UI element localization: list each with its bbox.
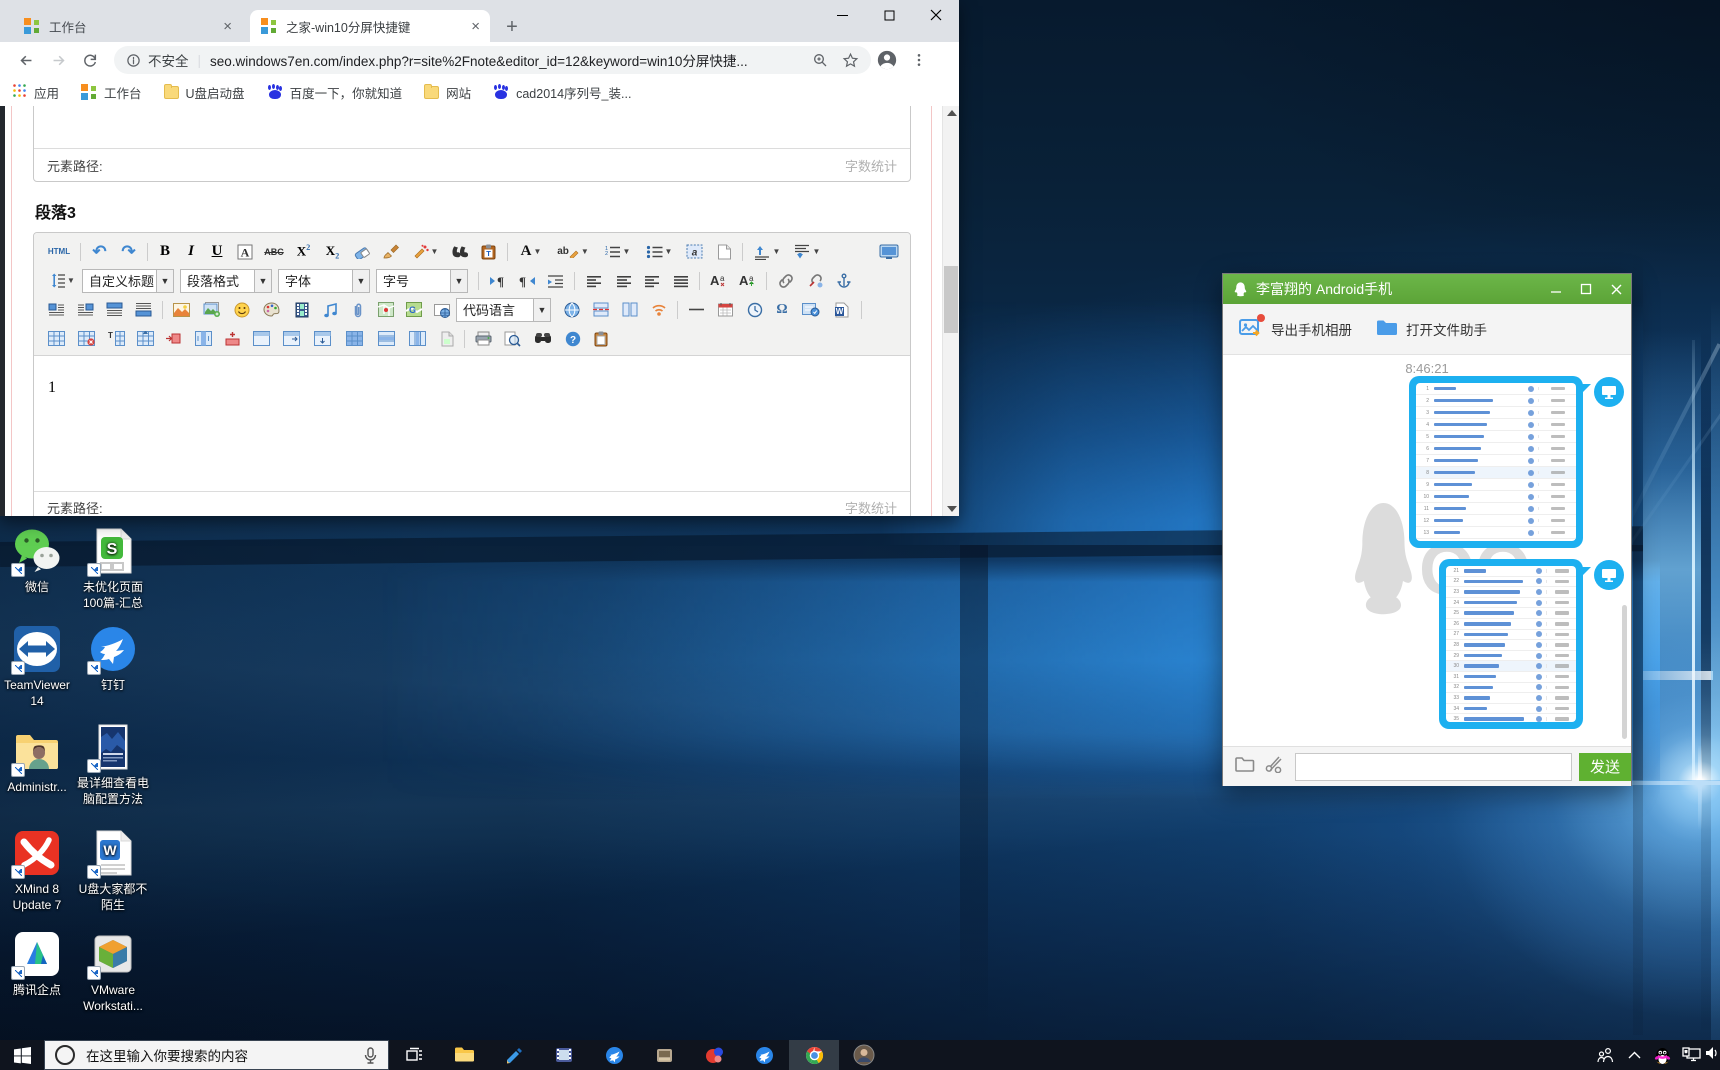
svg-text:T: T: [108, 331, 113, 340]
svg-text:?: ?: [569, 335, 575, 346]
svg-text:A: A: [739, 273, 749, 288]
svg-text:a: a: [692, 248, 698, 259]
svg-text:¶: ¶: [519, 274, 526, 288]
svg-text:G: G: [409, 305, 416, 315]
svg-text:W: W: [835, 307, 843, 316]
svg-text:a: a: [720, 274, 725, 283]
svg-text:S: S: [107, 541, 118, 558]
svg-text:T: T: [486, 249, 491, 258]
svg-text:¶: ¶: [497, 274, 504, 288]
svg-text:W: W: [103, 842, 117, 858]
svg-text:A: A: [240, 245, 249, 259]
svg-text:A: A: [710, 273, 720, 288]
svg-text:2: 2: [605, 251, 608, 257]
